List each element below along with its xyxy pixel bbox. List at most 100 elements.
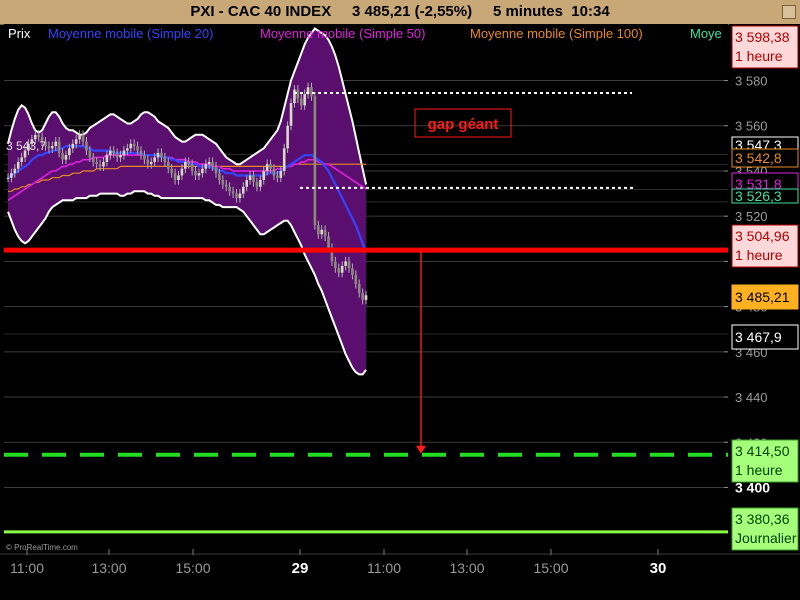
price-candle — [262, 170, 266, 180]
legend-item: Prix — [8, 26, 31, 41]
price-candle — [279, 170, 283, 178]
price-candle — [102, 161, 105, 167]
annotation-text: gap géant — [428, 116, 499, 133]
price-candle — [327, 236, 330, 248]
price-candle — [146, 159, 150, 165]
price-candle — [91, 157, 95, 162]
price-candle — [47, 146, 51, 149]
price-candle — [88, 150, 92, 158]
price-candle — [201, 168, 204, 174]
price-candle — [37, 134, 40, 138]
price-candle — [74, 139, 78, 144]
price-candle — [119, 155, 122, 158]
price-candle — [78, 134, 81, 140]
legend-item: Moyenne mobile (Simple 100) — [470, 26, 643, 41]
x-tick-label: 13:00 — [91, 560, 126, 576]
price-candle — [347, 261, 351, 269]
x-tick-label: 15:00 — [533, 560, 568, 576]
price-candle — [139, 150, 143, 156]
price-tag-value: 3 485,21 — [735, 289, 790, 305]
price-candle — [136, 146, 139, 151]
price-tag-period: Journalier — [735, 530, 797, 546]
price-candle — [218, 173, 221, 180]
price-candle — [98, 164, 102, 167]
price-candle — [296, 89, 300, 99]
price-candle — [255, 182, 259, 187]
price-candle — [259, 180, 262, 187]
price-candle — [299, 98, 303, 106]
price-candle — [197, 173, 201, 176]
price-candle — [293, 89, 296, 104]
price-candle — [214, 166, 218, 174]
price-candle — [166, 161, 170, 169]
price-candle — [122, 150, 126, 156]
legend-item: Moyenne mobile (Simple 50) — [260, 26, 425, 41]
price-candle — [184, 161, 187, 169]
legend-item: Moyenne mobile (Simple 20) — [48, 26, 213, 41]
x-tick-label: 13:00 — [449, 560, 484, 576]
price-candle — [85, 141, 88, 151]
price-candle — [248, 175, 252, 180]
price-candle — [224, 184, 228, 187]
price-candle — [129, 143, 133, 149]
price-candle — [170, 168, 173, 174]
price-candle — [61, 152, 64, 160]
price-candle — [64, 155, 68, 160]
price-candle — [10, 173, 13, 178]
price-tag-value: 3 414,50 — [735, 443, 790, 459]
price-chart[interactable]: Prix Moyenne mobile (Simple 20) Moyenne mo… — [0, 0, 800, 600]
price-candle — [276, 175, 279, 178]
price-tag-value: 3 598,38 — [735, 29, 790, 45]
y-tick-label: 3 520 — [735, 209, 768, 224]
price-candle — [112, 150, 116, 153]
price-candle — [143, 155, 146, 160]
y-tick-label: 3 440 — [735, 390, 768, 405]
price-candle — [160, 152, 163, 158]
price-candle — [351, 268, 354, 275]
price-candle — [310, 87, 313, 97]
price-candle — [340, 265, 344, 273]
price-candle — [221, 180, 225, 185]
price-candle — [105, 155, 109, 162]
price-tag-period: 1 heure — [735, 462, 783, 478]
price-tags: 3 598,381 heure3 547,33 542,83 531,83 52… — [731, 25, 799, 551]
price-candle — [109, 150, 112, 156]
price-candle — [194, 170, 197, 176]
price-candle — [231, 191, 235, 194]
price-candle — [320, 229, 324, 235]
price-candle — [211, 161, 214, 167]
price-candle — [81, 134, 85, 142]
price-candle — [204, 164, 208, 169]
price-candle — [238, 193, 242, 199]
price-candle — [54, 141, 58, 147]
x-tick-label: 11:00 — [367, 560, 401, 576]
price-candle — [241, 186, 245, 194]
price-candle — [126, 148, 129, 151]
price-tag-period: 1 heure — [735, 247, 783, 263]
price-candle — [149, 161, 153, 165]
price-candle — [132, 143, 136, 147]
price-candle — [364, 295, 368, 300]
price-tag-value: 3 504,96 — [735, 228, 790, 244]
price-candle — [323, 229, 327, 237]
price-candle — [51, 146, 54, 149]
price-candle — [303, 94, 306, 106]
price-candle — [190, 164, 194, 171]
legend-item: Moye — [690, 26, 722, 41]
price-candle — [207, 161, 211, 165]
price-tag-value: 3 542,8 — [735, 150, 782, 166]
x-tick-label: 29 — [292, 560, 309, 577]
price-candle — [163, 157, 167, 162]
price-candle — [57, 141, 61, 153]
price-candle — [13, 168, 17, 174]
price-candle — [317, 225, 320, 235]
price-candle — [68, 148, 71, 156]
x-axis: 11:00 13:00 15:00 29 11:00 13:00 15:00 30 — [0, 548, 800, 600]
y-tick-label: 3 580 — [735, 74, 768, 89]
price-candle — [153, 157, 156, 162]
price-candle — [361, 293, 364, 300]
price-candle — [357, 284, 361, 294]
price-candle — [228, 186, 231, 192]
price-candle — [245, 180, 248, 187]
price-candle — [313, 96, 317, 226]
